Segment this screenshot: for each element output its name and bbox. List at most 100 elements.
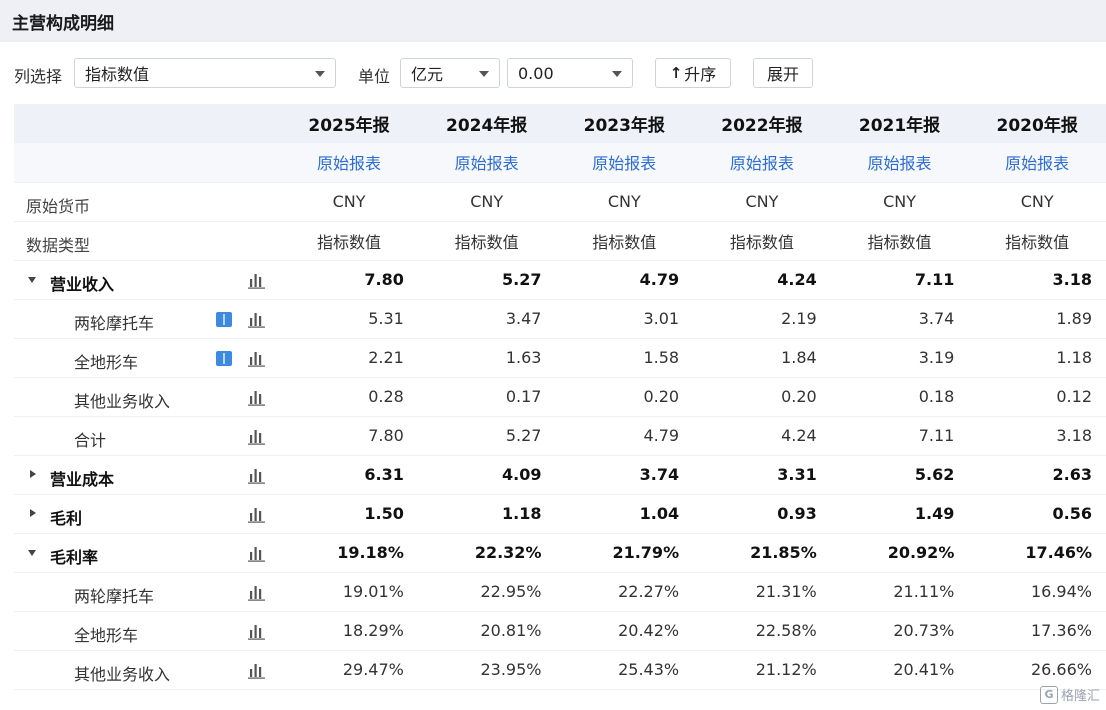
book-icon[interactable] (216, 311, 232, 327)
bar-chart-icon[interactable] (248, 584, 266, 605)
cell-value: 21.11% (830, 572, 969, 612)
cell-value: 4.24 (693, 260, 831, 300)
year-header: 2023年报 (555, 104, 694, 143)
panel-title: 主营构成明细 (12, 13, 114, 34)
unit-value: 亿元 (411, 65, 444, 84)
cell-value: 23.95% (417, 650, 556, 690)
cell-value: 19.01% (280, 572, 418, 612)
row-label: 其他业务收入 (74, 391, 171, 411)
bar-chart-icon[interactable] (248, 545, 266, 566)
cell-value: 指标数值 (968, 221, 1106, 261)
watermark-text: 格隆汇 (1060, 689, 1100, 704)
collapse-caret-icon[interactable] (28, 549, 36, 556)
year-header-row: 2025年报 2024年报 2023年报 2022年报 2021年报 2020年… (14, 104, 1106, 143)
collapse-caret-icon[interactable] (28, 276, 36, 283)
row-label: 两轮摩托车 (74, 586, 155, 606)
cell-value: 1.04 (555, 494, 694, 534)
original-report-link[interactable]: 原始报表 (830, 143, 969, 183)
cell-value: 5.27 (417, 260, 556, 300)
sort-ascending-button[interactable]: ↑ 升序 (655, 58, 731, 88)
expand-caret-icon[interactable] (30, 469, 36, 478)
bar-chart-icon[interactable] (248, 467, 266, 488)
original-report-link[interactable]: 原始报表 (417, 143, 556, 183)
cell-value: CNY (693, 182, 831, 222)
report-link-corner (14, 143, 281, 183)
row-label: 营业成本 (50, 469, 115, 489)
watermark: G 格隆汇 (1039, 685, 1100, 704)
cell-value: 19.18% (280, 533, 418, 573)
cell-value: CNY (968, 182, 1106, 222)
original-report-link[interactable]: 原始报表 (693, 143, 831, 183)
bar-chart-icon[interactable] (248, 350, 266, 371)
cell-value: 26.66% (968, 650, 1106, 690)
cell-value: 0.93 (693, 494, 831, 534)
cell-value: 22.27% (555, 572, 694, 612)
table-row: 合计 7.80 5.27 4.79 4.24 7.11 3.18 (14, 416, 1106, 456)
cell-value: 2.19 (693, 299, 831, 339)
report-link-row: 原始报表 原始报表 原始报表 原始报表 原始报表 原始报表 (14, 143, 1106, 183)
cell-value: 16.94% (968, 572, 1106, 612)
cell-value: 7.11 (830, 260, 969, 300)
precision-dropdown[interactable]: 0.00 (507, 58, 633, 88)
unit-dropdown[interactable]: 亿元 (400, 58, 500, 88)
bar-chart-icon[interactable] (248, 389, 266, 410)
table-row: 其他业务收入 29.47% 23.95% 25.43% 21.12% 20.41% 26.6… (14, 650, 1106, 690)
cell-value: 1.89 (968, 299, 1106, 339)
unit-label: 单位 (358, 67, 391, 86)
bar-chart-icon[interactable] (248, 272, 266, 293)
cell-value: 7.11 (830, 416, 969, 456)
cell-value: 25.43% (555, 650, 694, 690)
cell-value: 17.36% (968, 611, 1106, 651)
data-table: 2025年报 2024年报 2023年报 2022年报 2021年报 2020年… (14, 104, 1106, 690)
table-row: 两轮摩托车 19.01% 22.95% 22.27% 21.31% 21.11% 16.94… (14, 572, 1106, 612)
cell-value: 1.58 (555, 338, 694, 378)
original-report-link[interactable]: 原始报表 (555, 143, 694, 183)
original-report-link[interactable]: 原始报表 (280, 143, 418, 183)
cell-value: CNY (280, 182, 418, 222)
cell-value: 22.32% (417, 533, 556, 573)
cell-value: CNY (555, 182, 694, 222)
bar-chart-icon[interactable] (248, 662, 266, 683)
table-row: 全地形车 2.21 1.63 1.58 1.84 3.19 1.18 (14, 338, 1106, 378)
table-row: 两轮摩托车 5.31 3.47 3.01 2.19 3.74 1.89 (14, 299, 1106, 339)
cell-value: 指标数值 (280, 221, 418, 261)
cell-value: 29.47% (280, 650, 418, 690)
bar-chart-icon[interactable] (248, 428, 266, 449)
header-corner (14, 104, 281, 143)
table-row-data-type: 数据类型 指标数值 指标数值 指标数值 指标数值 指标数值 指标数值 (14, 221, 1106, 261)
cell-value: 1.18 (968, 338, 1106, 378)
panel-header: 主营构成明细 (0, 0, 1106, 42)
cell-value: 21.31% (693, 572, 831, 612)
cell-value: 0.20 (693, 377, 831, 417)
cell-value: 7.80 (280, 416, 418, 456)
cell-value: 5.62 (830, 455, 969, 495)
cell-value: 3.18 (968, 260, 1106, 300)
cell-value: 20.41% (830, 650, 969, 690)
cell-value: 3.19 (830, 338, 969, 378)
row-label: 原始货币 (26, 196, 91, 216)
table-row: 营业成本 6.31 4.09 3.74 3.31 5.62 2.63 (14, 455, 1106, 495)
chevron-down-icon (315, 71, 325, 77)
bar-chart-icon[interactable] (248, 506, 266, 527)
cell-value: 指标数值 (417, 221, 556, 261)
cell-value: 3.47 (417, 299, 556, 339)
bar-chart-icon[interactable] (248, 311, 266, 332)
cell-value: 4.79 (555, 260, 694, 300)
toolbar: 列选择 指标数值 单位 亿元 0.00 ↑ 升序 展开 (0, 54, 1106, 92)
cell-value: 20.73% (830, 611, 969, 651)
cell-value: 3.74 (830, 299, 969, 339)
expand-button[interactable]: 展开 (753, 58, 813, 88)
expand-caret-icon[interactable] (30, 508, 36, 517)
cell-value: 18.29% (280, 611, 418, 651)
cell-value: 20.42% (555, 611, 694, 651)
table-row: 营业收入 7.80 5.27 4.79 4.24 7.11 3.18 (14, 260, 1106, 300)
column-select-dropdown[interactable]: 指标数值 (74, 58, 336, 88)
cell-value: 0.12 (968, 377, 1106, 417)
book-icon[interactable] (216, 350, 232, 366)
cell-value: 4.24 (693, 416, 831, 456)
chevron-down-icon (612, 71, 622, 77)
original-report-link[interactable]: 原始报表 (968, 143, 1106, 183)
bar-chart-icon[interactable] (248, 623, 266, 644)
cell-value: 3.31 (693, 455, 831, 495)
table-row: 其他业务收入 0.28 0.17 0.20 0.20 0.18 0.12 (14, 377, 1106, 417)
